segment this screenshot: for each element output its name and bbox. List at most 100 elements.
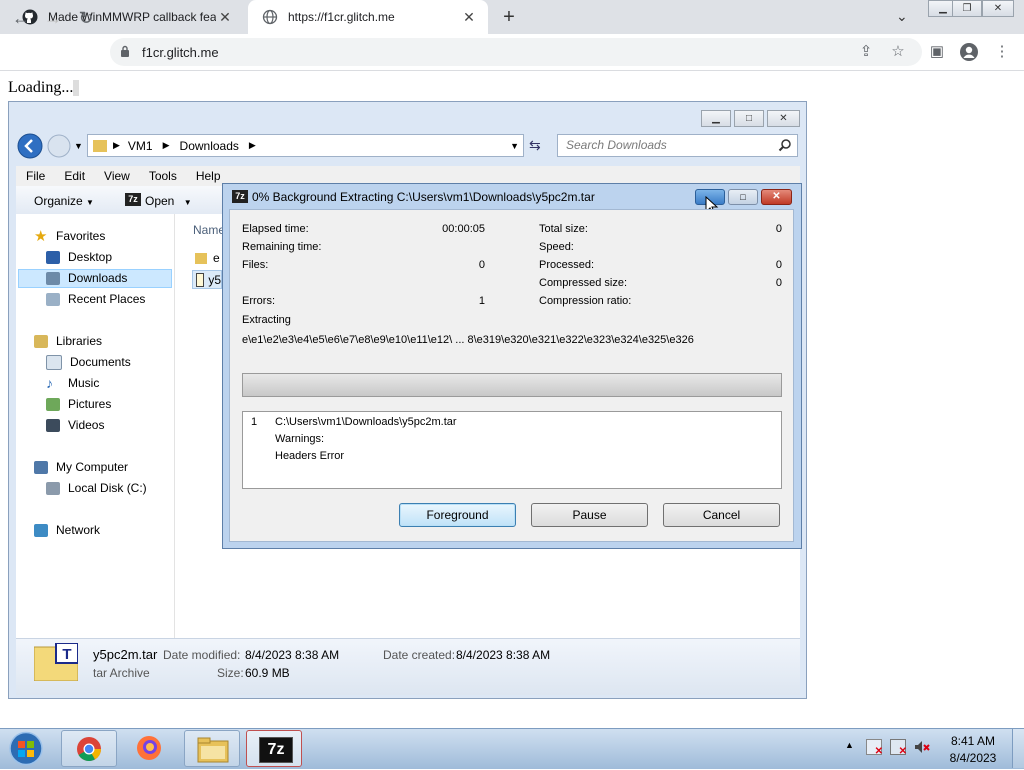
profile-avatar-icon[interactable] xyxy=(959,42,979,62)
details-size-value: 60.9 MB xyxy=(245,666,290,680)
volume-muted-icon[interactable] xyxy=(914,739,930,755)
network-icon xyxy=(34,523,48,537)
explorer-maximize-icon[interactable]: □ xyxy=(734,110,764,127)
processed-label: Processed: xyxy=(539,259,595,271)
explorer-minimize-icon[interactable]: ▁ xyxy=(701,110,731,127)
libraries-icon xyxy=(34,334,48,348)
dialog-title: 0% Background Extracting C:\Users\vm1\Do… xyxy=(252,190,595,204)
menu-edit[interactable]: Edit xyxy=(54,166,94,186)
nav-network[interactable]: Network xyxy=(34,520,100,540)
star-icon: ★ xyxy=(34,227,48,245)
breadcrumb-arrow-icon: ▶ xyxy=(113,140,120,150)
nav-recent-places[interactable]: Recent Places xyxy=(46,289,145,309)
7zip-icon: 7z xyxy=(259,737,293,763)
open-button[interactable]: Open ▼ xyxy=(145,194,192,208)
compression-ratio-label: Compression ratio: xyxy=(539,295,632,307)
show-hidden-icons-chevron-icon[interactable]: ▲ xyxy=(845,740,854,750)
lock-icon xyxy=(121,45,129,57)
tab-glitch[interactable]: https://f1cr.glitch.me ✕ xyxy=(248,0,488,34)
elapsed-label: Elapsed time: xyxy=(242,223,309,235)
back-arrow-icon[interactable]: ← xyxy=(10,8,32,28)
errors-value: 1 xyxy=(478,295,485,307)
refresh-icon[interactable]: ⇆ xyxy=(529,137,541,154)
taskbar-clock[interactable]: 8:41 AM 8/4/2023 xyxy=(944,733,1002,767)
menu-view[interactable]: View xyxy=(94,166,139,186)
archive-icon xyxy=(196,272,205,287)
explorer-address-bar[interactable]: ▶ VM1 ▶ Downloads ▶ ▼ xyxy=(87,134,524,157)
breadcrumb-vm1[interactable]: VM1 xyxy=(128,139,153,153)
share-icon[interactable]: ⇪ xyxy=(856,42,876,62)
tab-search-chevron-icon[interactable]: ⌄ xyxy=(896,8,908,25)
network-status-icon[interactable]: ✕ xyxy=(890,739,907,757)
dialog-close-icon[interactable]: ✕ xyxy=(761,189,792,205)
recent-pages-chevron-icon[interactable]: ▼ xyxy=(74,141,83,151)
nav-desktop[interactable]: Desktop xyxy=(46,247,112,267)
close-tab-icon[interactable]: ✕ xyxy=(460,9,478,26)
compressed-size-label: Compressed size: xyxy=(539,277,628,289)
search-icon[interactable] xyxy=(778,138,792,152)
explorer-close-icon[interactable]: ✕ xyxy=(767,110,800,127)
bookmark-star-icon[interactable]: ☆ xyxy=(888,42,908,62)
7zip-icon: 7z xyxy=(232,190,248,203)
taskbar-firefox[interactable] xyxy=(122,730,178,767)
cancel-button[interactable]: Cancel xyxy=(663,503,780,527)
back-button[interactable] xyxy=(17,133,43,159)
navigation-pane: ★ Favorites Desktop Downloads Recent Plac… xyxy=(16,214,175,638)
nav-downloads[interactable]: Downloads xyxy=(46,268,127,288)
taskbar-chrome[interactable] xyxy=(61,730,117,767)
recent-places-icon xyxy=(46,292,60,306)
7zip-icon: 7z xyxy=(125,193,141,206)
restore-icon[interactable]: ❐ xyxy=(952,0,982,17)
nav-pictures[interactable]: Pictures xyxy=(46,394,111,414)
organize-button[interactable]: Organize ▼ xyxy=(34,194,94,208)
speed-label: Speed: xyxy=(539,241,574,253)
details-created-value: 8/4/2023 8:38 AM xyxy=(456,648,551,662)
errors-label: Errors: xyxy=(242,295,275,307)
folder-icon xyxy=(197,737,229,763)
menu-kebab-icon[interactable]: ⋮ xyxy=(992,42,1012,62)
search-input[interactable]: Search Downloads xyxy=(557,134,798,157)
taskbar-7zip[interactable]: 7z xyxy=(246,730,302,767)
menu-tools[interactable]: Tools xyxy=(139,166,186,186)
compressed-size-value: 0 xyxy=(775,277,782,289)
file-item[interactable]: e xyxy=(195,251,220,265)
menu-file[interactable]: File xyxy=(16,166,54,186)
dialog-maximize-icon[interactable]: □ xyxy=(728,189,758,205)
nav-local-disk[interactable]: Local Disk (C:) xyxy=(46,478,147,498)
nav-music[interactable]: ♪ Music xyxy=(46,373,99,393)
forward-arrow-icon[interactable]: → xyxy=(42,8,64,28)
folder-icon xyxy=(195,252,207,264)
desktop-icon xyxy=(46,250,60,264)
log-warnings: Warnings: xyxy=(275,433,325,445)
details-filetype: tar Archive xyxy=(93,666,150,680)
log-path: C:\Users\vm1\Downloads\y5pc2m.tar xyxy=(275,416,457,428)
close-tab-icon[interactable]: ✕ xyxy=(216,9,234,26)
nav-favorites[interactable]: ★ Favorites xyxy=(34,226,105,246)
breadcrumb-arrow-icon: ▶ xyxy=(248,140,256,150)
taskbar-explorer[interactable] xyxy=(184,730,240,767)
column-header-name[interactable]: Name xyxy=(193,223,225,237)
start-button[interactable] xyxy=(6,730,46,767)
pause-button[interactable]: Pause xyxy=(531,503,648,527)
foreground-button[interactable]: Foreground xyxy=(399,503,516,527)
breadcrumb-downloads[interactable]: Downloads xyxy=(180,139,239,153)
address-dropdown-icon[interactable]: ▼ xyxy=(510,141,519,151)
downloads-icon xyxy=(46,271,60,285)
file-item-selected[interactable]: y5 xyxy=(192,270,222,289)
close-icon[interactable]: ✕ xyxy=(982,0,1014,17)
details-size-label: Size: xyxy=(217,666,244,680)
chevron-down-icon: ▼ xyxy=(183,198,192,207)
nav-libraries[interactable]: Libraries xyxy=(34,331,102,351)
new-tab-icon[interactable]: + xyxy=(498,6,520,28)
action-center-flag-icon[interactable]: ✕ xyxy=(866,739,883,757)
computer-icon xyxy=(34,460,48,474)
details-modified-label: Date modified: xyxy=(163,648,241,662)
reload-icon[interactable]: ↻ xyxy=(75,8,97,28)
nav-my-computer[interactable]: My Computer xyxy=(34,457,128,477)
forward-button[interactable] xyxy=(47,134,71,158)
nav-videos[interactable]: Videos xyxy=(46,415,104,435)
side-panel-icon[interactable]: ▣ xyxy=(927,42,947,62)
address-bar[interactable]: f1cr.glitch.me xyxy=(110,38,922,66)
nav-documents[interactable]: Documents xyxy=(46,352,131,372)
show-desktop-button[interactable] xyxy=(1012,729,1024,768)
